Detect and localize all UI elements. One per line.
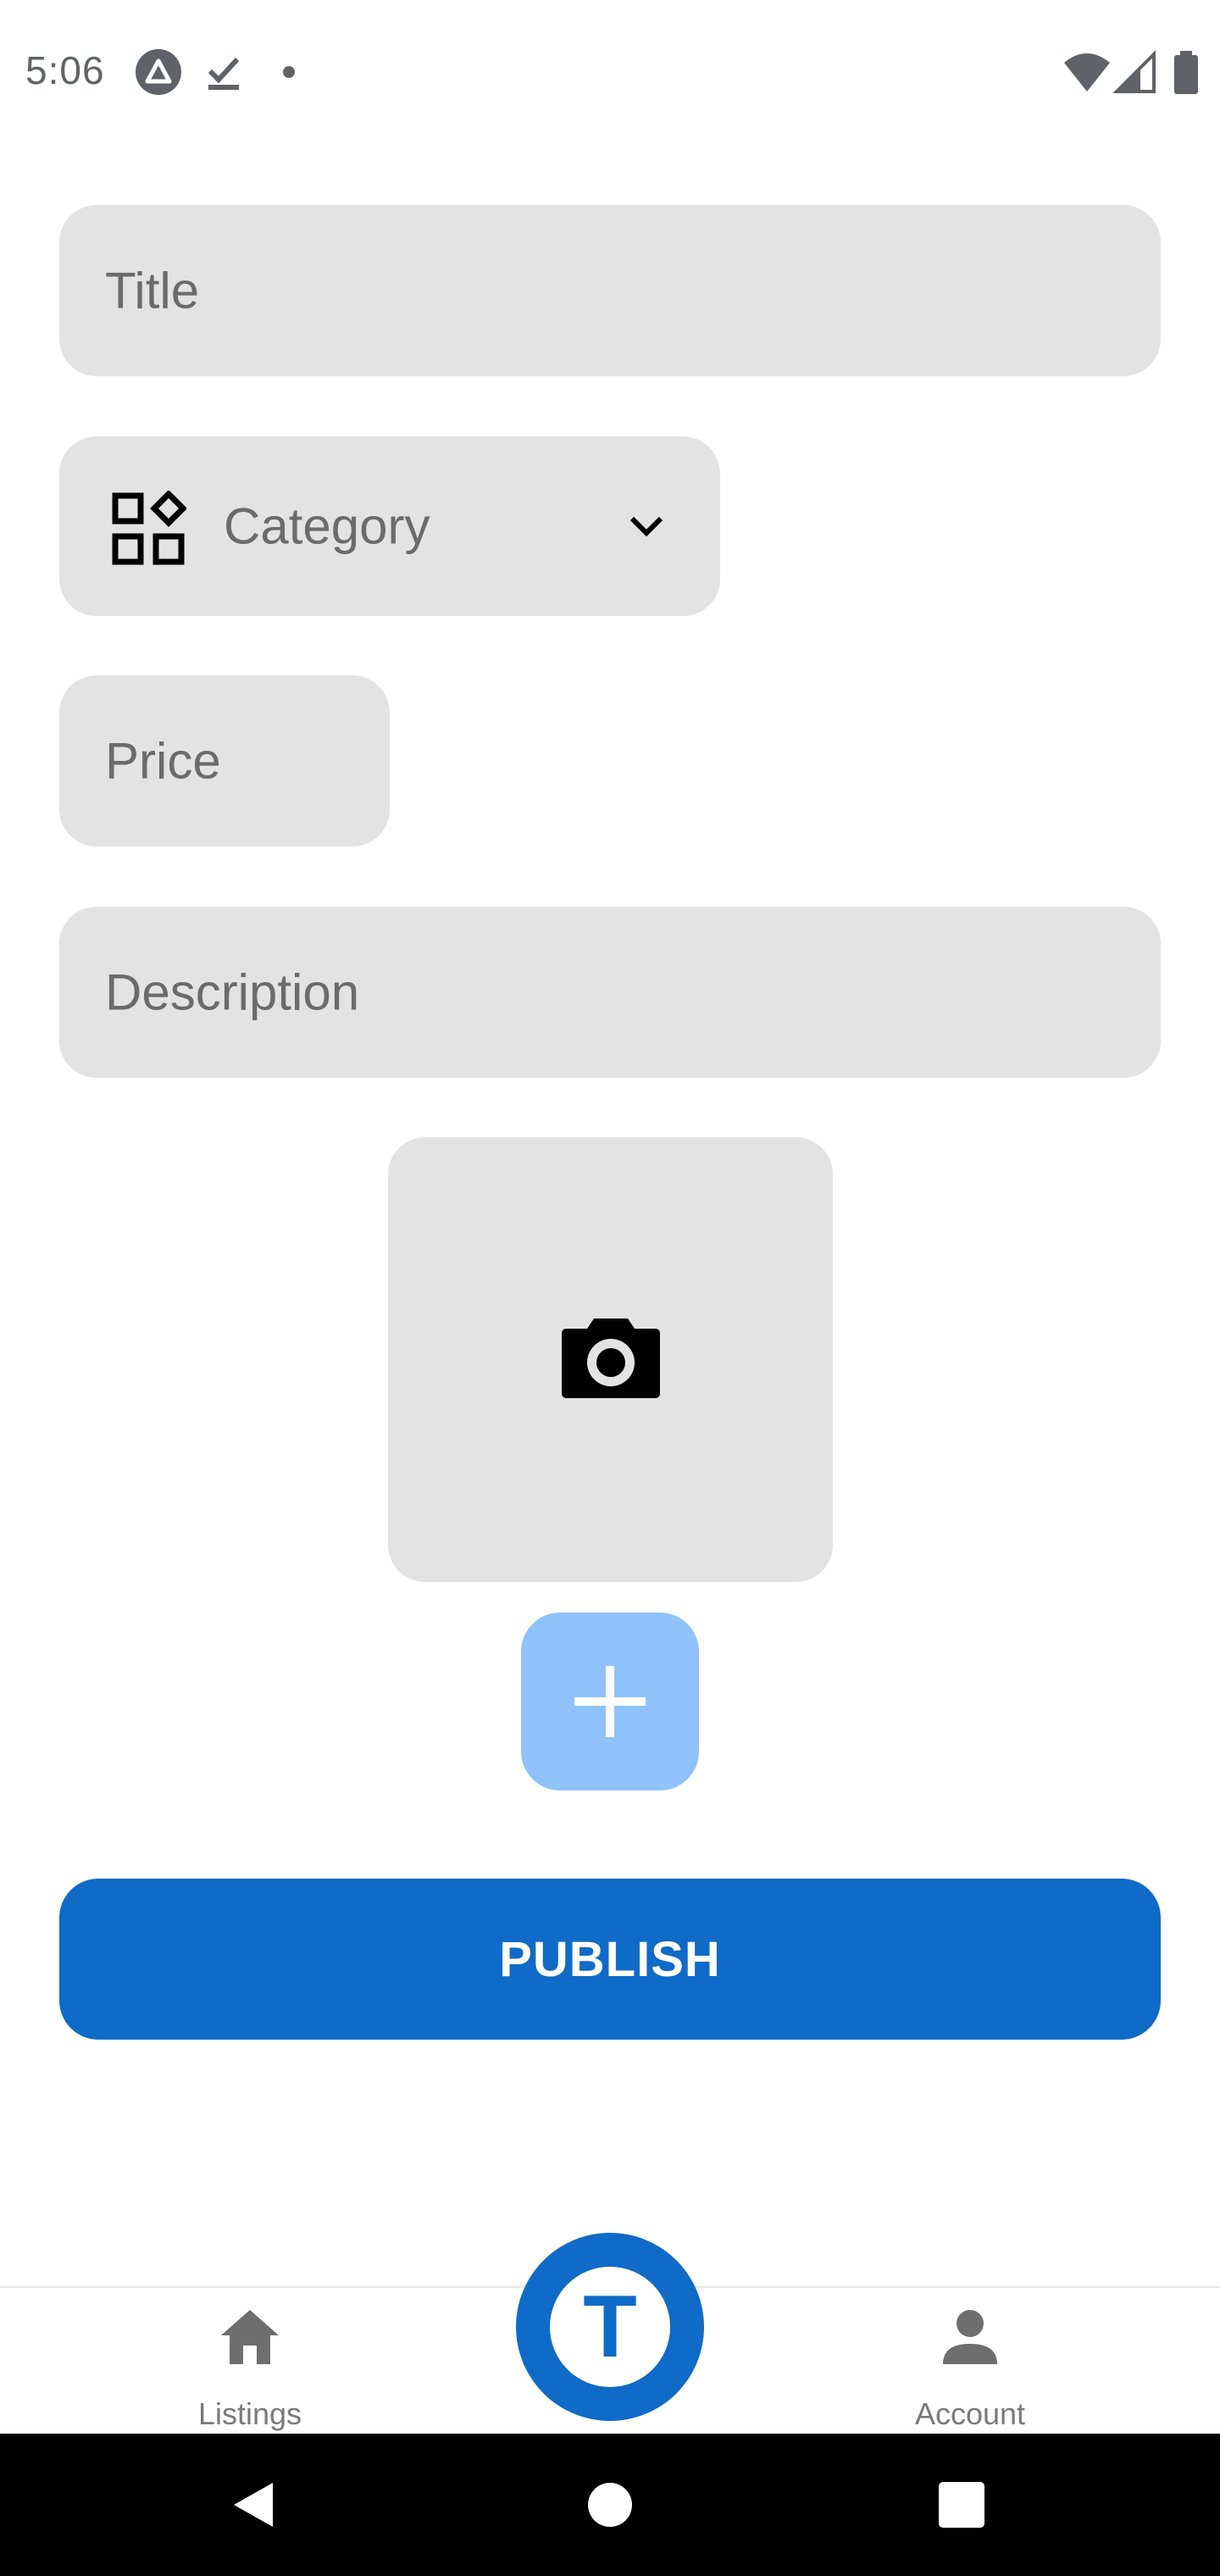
add-image-button[interactable]: [521, 1613, 699, 1790]
status-bar: 5:06: [0, 0, 1220, 146]
publish-button[interactable]: PUBLISH: [59, 1879, 1161, 2040]
battery-icon: [1174, 51, 1198, 94]
description-placeholder: Description: [105, 963, 360, 1021]
category-placeholder: Category: [224, 497, 430, 555]
recents-icon[interactable]: [939, 2482, 984, 2528]
category-icon: [112, 491, 186, 565]
center-logo-letter: T: [583, 2278, 637, 2376]
wifi-icon: [1064, 53, 1110, 92]
nav-label-listings: Listings: [197, 2396, 302, 2431]
title-placeholder: Title: [105, 262, 200, 319]
nav-item-account[interactable]: Account: [843, 2305, 1097, 2432]
home-icon: [221, 2310, 279, 2364]
person-icon: [943, 2310, 997, 2364]
home-button-icon[interactable]: [588, 2483, 632, 2527]
nav-item-listings[interactable]: Listings: [123, 2305, 377, 2432]
expo-badge-icon: [136, 49, 181, 95]
back-icon[interactable]: [229, 2479, 280, 2530]
photo-picker[interactable]: [388, 1137, 833, 1582]
price-placeholder: Price: [105, 732, 221, 790]
center-logo: T: [550, 2267, 670, 2387]
cell-signal-icon: [1112, 50, 1156, 93]
notification-dot-icon: [283, 66, 295, 78]
status-time: 5:06: [25, 48, 105, 92]
description-input[interactable]: Description: [59, 907, 1161, 1078]
title-input[interactable]: Title: [59, 205, 1161, 376]
price-input[interactable]: Price: [59, 675, 390, 847]
chevron-down-icon[interactable]: [625, 512, 668, 542]
plus-icon: [574, 1666, 646, 1737]
camera-icon: [562, 1319, 660, 1398]
category-dropdown[interactable]: Category: [59, 436, 720, 616]
nav-label-account: Account: [914, 2396, 1026, 2431]
download-done-icon: [208, 57, 240, 90]
center-action-button[interactable]: T: [516, 2233, 704, 2421]
